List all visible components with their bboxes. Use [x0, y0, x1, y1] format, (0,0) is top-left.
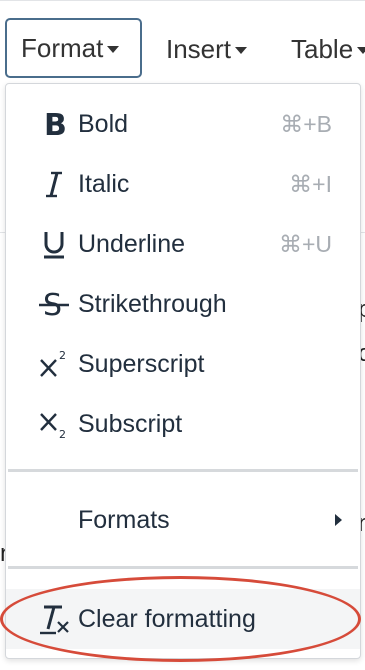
- menubar-format-button[interactable]: Format: [5, 18, 142, 78]
- menu-divider: [8, 566, 358, 569]
- menu-item-label: Formats: [78, 505, 170, 534]
- subscript-icon: 2: [34, 404, 74, 444]
- menu-item-superscript[interactable]: 2 Superscript: [6, 334, 360, 394]
- menu-item-label: Clear formatting: [78, 604, 256, 633]
- chevron-down-icon: [235, 46, 248, 54]
- bold-icon: B: [34, 104, 74, 144]
- svg-text:B: B: [44, 108, 67, 140]
- menu-item-shortcut: ⌘+B: [280, 110, 332, 137]
- menu-item-italic[interactable]: Italic ⌘+I: [6, 154, 360, 214]
- menubar-insert-label: Insert: [166, 33, 232, 64]
- menu-item-label: Italic: [78, 169, 130, 198]
- menu-item-formats[interactable]: Formats: [6, 490, 360, 550]
- menu-item-label: Bold: [78, 109, 129, 138]
- menu-divider: [8, 469, 358, 472]
- svg-text:2: 2: [59, 349, 66, 362]
- chevron-down-icon: [357, 46, 365, 54]
- editor-screen: p o n n Format Insert Table B Bold ⌘+B: [0, 0, 365, 670]
- chevron-down-icon: [107, 45, 120, 53]
- menu-item-subscript[interactable]: 2 Subscript: [6, 394, 360, 454]
- chevron-right-icon: [335, 514, 342, 526]
- menu-item-label: Subscript: [78, 409, 183, 438]
- menubar-insert-button[interactable]: Insert: [166, 19, 248, 79]
- strikethrough-icon: S: [34, 284, 74, 324]
- underline-icon: [34, 224, 74, 264]
- menu-item-label: Underline: [78, 229, 186, 258]
- menubar-format-label: Format: [21, 32, 104, 63]
- format-menu: B Bold ⌘+B Italic ⌘+I Underline ⌘+U S St…: [5, 83, 361, 659]
- menu-item-shortcut: ⌘+I: [289, 170, 332, 197]
- svg-text:2: 2: [59, 428, 66, 440]
- superscript-icon: 2: [34, 344, 74, 384]
- menu-item-label: Strikethrough: [78, 289, 227, 318]
- menu-item-underline[interactable]: Underline ⌘+U: [6, 214, 360, 274]
- clear-formatting-icon: [34, 599, 74, 639]
- menu-item-shortcut: ⌘+U: [278, 230, 332, 257]
- menu-item-bold[interactable]: B Bold ⌘+B: [6, 94, 360, 154]
- menubar-table-button[interactable]: Table: [291, 19, 365, 79]
- menubar: Format Insert Table: [0, 0, 365, 83]
- menubar-table-label: Table: [291, 33, 354, 64]
- italic-icon: [34, 164, 74, 204]
- menu-item-label: Superscript: [78, 349, 205, 378]
- menu-item-clear-formatting[interactable]: Clear formatting: [6, 589, 360, 649]
- menu-item-strikethrough[interactable]: S Strikethrough: [6, 274, 360, 334]
